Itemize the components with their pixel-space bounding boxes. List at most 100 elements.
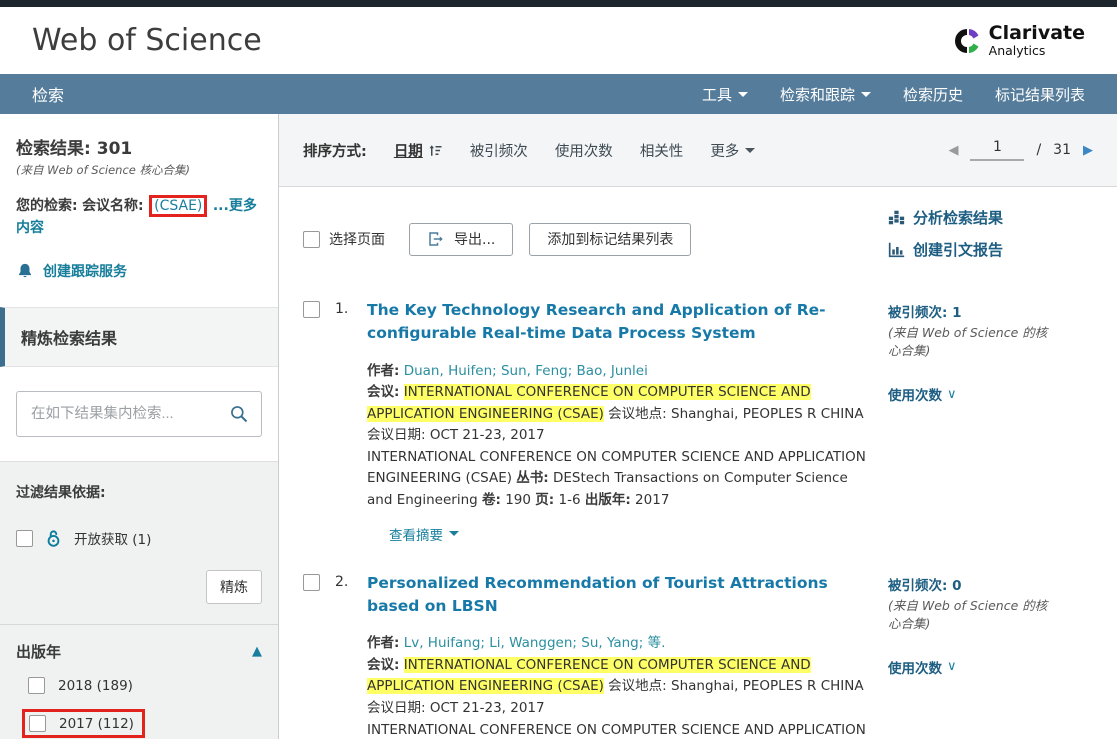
chevron-down-icon xyxy=(745,148,755,153)
select-page-control: 选择页面 xyxy=(303,229,385,249)
sort-option-times-cited[interactable]: 被引频次 xyxy=(470,140,528,161)
export-icon xyxy=(427,230,445,248)
sort-options: 排序方式: 日期 被引频次 使用次数 相关性 xyxy=(303,140,755,161)
result-1-title[interactable]: The Key Technology Research and Applicat… xyxy=(367,299,874,346)
next-page-icon[interactable]: ▶ xyxy=(1083,143,1093,158)
clarivate-logo-text: Clarivate Analytics xyxy=(989,24,1085,58)
filters-section: 过滤结果依据: 开放获取 (1) 精炼 出版年 ▲ xyxy=(0,461,278,739)
analyze-results-link[interactable]: 分析检索结果 xyxy=(888,207,1093,228)
refine-search-input[interactable] xyxy=(29,405,229,423)
result-2-title[interactable]: Personalized Recommendation of Tourist A… xyxy=(367,572,874,619)
series-label: 丛书: xyxy=(516,470,548,486)
search-icon[interactable] xyxy=(229,404,249,424)
sort-option-relevance[interactable]: 相关性 xyxy=(640,140,684,161)
chevron-up-icon[interactable]: ▲ xyxy=(252,644,262,659)
year-2017-label: 2017 (112) xyxy=(59,716,134,732)
main-navbar: 检索 工具 检索和跟踪 检索历史 标记结果列表 xyxy=(0,74,1117,114)
sort-bar: 排序方式: 日期 被引频次 使用次数 相关性 xyxy=(279,114,1117,187)
authors-label: 作者: xyxy=(367,363,399,379)
result-item-2: 2. Personalized Recommendation of Touris… xyxy=(303,572,1093,739)
citation-report-link[interactable]: 创建引文报告 xyxy=(888,239,1093,260)
total-pages: 31 xyxy=(1053,142,1071,158)
result-2-checkbox[interactable] xyxy=(303,574,320,591)
citation-report-icon xyxy=(888,241,905,258)
results-source-note: (来自 Web of Science 核心合集) xyxy=(16,162,262,178)
menu-marked-list-label: 标记结果列表 xyxy=(995,84,1085,105)
sort-by-label: 排序方式: xyxy=(303,140,367,161)
result-2-usage-link[interactable]: 使用次数 ∨ xyxy=(888,657,1093,677)
export-button[interactable]: 导出... xyxy=(409,223,513,256)
page-title: Web of Science xyxy=(32,23,262,58)
your-search-label: 您的检索: xyxy=(16,198,78,214)
usage-chevron-icon: ∨ xyxy=(947,387,957,402)
chevron-down-icon xyxy=(738,92,748,97)
result-2-times-cited: 被引频次: 0 xyxy=(888,574,1093,594)
conference-label: 会议: xyxy=(367,657,399,673)
times-cited-label: 被引频次: xyxy=(888,305,947,321)
brand-subname: Analytics xyxy=(989,43,1085,58)
result-1-checkbox[interactable] xyxy=(303,301,320,318)
tab-search[interactable]: 检索 xyxy=(32,82,64,106)
menu-search-and-track[interactable]: 检索和跟踪 xyxy=(780,84,871,105)
conference-label: 会议: xyxy=(367,384,399,400)
create-alert-link[interactable]: 创建跟踪服务 xyxy=(16,261,262,281)
open-access-filter-row: 开放获取 (1) xyxy=(16,528,262,548)
prev-page-icon[interactable]: ◀ xyxy=(948,143,958,158)
result-1-authors[interactable]: Duan, Huifen; Sun, Feng; Bao, Junlei xyxy=(404,363,648,379)
times-cited-value: 1 xyxy=(952,305,961,321)
year-filter-2017-annotated: 2017 (112) xyxy=(22,709,145,738)
result-2-series-conf: INTERNATIONAL CONFERENCE ON COMPUTER SCI… xyxy=(367,722,866,739)
year-2017-checkbox[interactable] xyxy=(29,715,46,732)
add-to-marked-list-button[interactable]: 添加到标记结果列表 xyxy=(529,223,691,256)
open-access-checkbox[interactable] xyxy=(16,530,33,547)
sort-option-usage-count[interactable]: 使用次数 xyxy=(555,140,613,161)
result-1-cited-note: (来自 Web of Science 的核心合集) xyxy=(888,324,1048,360)
year-2018-checkbox[interactable] xyxy=(28,677,45,694)
view-abstract-label: 查看摘要 xyxy=(389,524,443,544)
select-page-checkbox[interactable] xyxy=(303,231,320,248)
result-1-usage-link[interactable]: 使用次数 ∨ xyxy=(888,384,1093,404)
result-1-view-abstract-link[interactable]: 查看摘要 xyxy=(389,524,874,544)
refine-search-box xyxy=(16,391,262,437)
brand-name: Clarivate xyxy=(989,24,1085,43)
analyze-results-label: 分析检索结果 xyxy=(913,207,1003,228)
refine-search-section xyxy=(0,367,278,461)
sort-option-more[interactable]: 更多 xyxy=(710,140,755,161)
chevron-down-icon xyxy=(449,531,459,536)
results-toolbar: 选择页面 导出... 添加到标记结果列表 xyxy=(303,207,888,271)
results-main: 排序方式: 日期 被引频次 使用次数 相关性 xyxy=(279,114,1117,739)
result-1-times-cited: 被引频次: 1 xyxy=(888,301,1093,321)
menu-marked-list[interactable]: 标记结果列表 xyxy=(995,84,1085,105)
result-2-authors-line: 作者: Lv, Huifang; Li, Wanggen; Su, Yang; … xyxy=(367,633,874,655)
filter-by-label: 过滤结果依据: xyxy=(16,482,262,502)
export-label: 导出... xyxy=(454,229,495,249)
publication-year-header: 出版年 ▲ xyxy=(16,641,262,662)
web-of-science-page: Web of Science Clarivate Analytics 检索 工具… xyxy=(0,0,1117,739)
sort-active-label: 日期 xyxy=(394,140,423,161)
bell-icon xyxy=(16,262,34,280)
results-toolbar-row: 选择页面 导出... 添加到标记结果列表 xyxy=(303,207,1093,271)
result-1-pubyear: 2017 xyxy=(635,492,669,508)
usage-label: 使用次数 xyxy=(888,384,942,404)
year-2018-label: 2018 (189) xyxy=(58,678,133,694)
menu-tools[interactable]: 工具 xyxy=(702,84,748,105)
clarivate-logo-icon xyxy=(952,26,982,56)
refine-results-heading: 精炼检索结果 xyxy=(0,307,278,367)
sort-option-date[interactable]: 日期 xyxy=(394,140,443,161)
refine-button[interactable]: 精炼 xyxy=(206,570,262,604)
times-cited-value: 0 xyxy=(952,578,961,594)
result-1-pages: 1-6 xyxy=(558,492,580,508)
top-accent-bar xyxy=(0,0,1117,7)
menu-search-history[interactable]: 检索历史 xyxy=(903,84,963,105)
sort-more-label: 更多 xyxy=(710,140,739,161)
analyze-icon xyxy=(888,209,905,226)
results-list-area: 选择页面 导出... 添加到标记结果列表 xyxy=(279,187,1117,739)
result-1-series-line: INTERNATIONAL CONFERENCE ON COMPUTER SCI… xyxy=(367,447,874,512)
result-2-select: 2. xyxy=(303,572,367,739)
app-header: Web of Science Clarivate Analytics xyxy=(0,7,1117,74)
navbar-menu: 工具 检索和跟踪 检索历史 标记结果列表 xyxy=(702,84,1085,105)
menu-search-and-track-label: 检索和跟踪 xyxy=(780,84,855,105)
result-2-authors[interactable]: Lv, Huifang; Li, Wanggen; Su, Yang; 等. xyxy=(404,635,666,651)
current-page-input[interactable]: 1 xyxy=(970,139,1024,161)
times-cited-label: 被引频次: xyxy=(888,578,947,594)
